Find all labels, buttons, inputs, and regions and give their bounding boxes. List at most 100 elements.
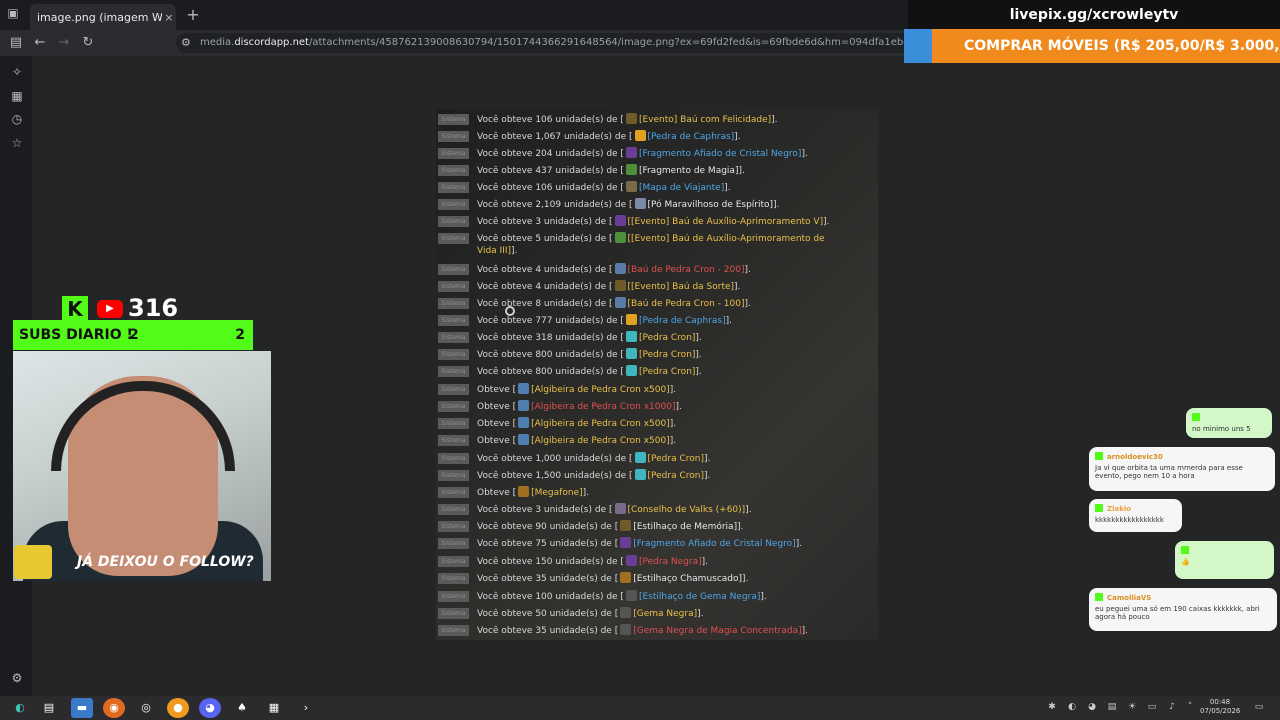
log-message: Você obteve 3 unidade(s) de [[Conselho d… bbox=[477, 503, 752, 515]
site-info-icon[interactable]: ⚙ bbox=[181, 36, 191, 49]
log-message: Você obteve 5 unidade(s) de [[[Evento] B… bbox=[477, 232, 825, 244]
log-prefix: Obteve [ bbox=[477, 419, 517, 429]
tray-expand-icon[interactable]: ˄ bbox=[1183, 700, 1197, 714]
taskbar-more-icon[interactable]: › bbox=[295, 698, 317, 718]
reading-list-icon[interactable]: ▦ bbox=[8, 87, 26, 105]
log-row: Sistema Obteve [[Algibeira de Pedra Cron … bbox=[436, 398, 878, 415]
chat-text: kkkkkkkkkkkkkkkkk bbox=[1095, 516, 1164, 524]
log-suffix: ]. bbox=[695, 350, 702, 360]
history-icon[interactable]: ◷ bbox=[8, 110, 26, 128]
item-dust-icon bbox=[634, 198, 646, 209]
bookmarks-icon[interactable]: ☆ bbox=[8, 134, 26, 152]
log-row: Sistema Você obteve 1,000 unidade(s) de [… bbox=[436, 450, 878, 467]
app-orange-icon[interactable]: ● bbox=[167, 698, 189, 718]
forward-button[interactable]: → bbox=[55, 34, 73, 52]
log-system-tag: Sistema bbox=[438, 315, 469, 326]
tray-network-icon[interactable]: ▭ bbox=[1145, 700, 1159, 714]
log-row: Sistema Obteve [[Algibeira de Pedra Cron … bbox=[436, 415, 878, 432]
log-item-name: [Pedra de Caphras] bbox=[638, 316, 726, 326]
log-prefix: Você obteve 150 unidade(s) de [ bbox=[477, 557, 624, 567]
file-manager-icon[interactable]: ▬ bbox=[71, 698, 93, 718]
firefox-icon[interactable]: ◉ bbox=[103, 698, 125, 718]
tray-discord-icon[interactable]: ◕ bbox=[1085, 700, 1099, 714]
log-system-tag: Sistema bbox=[438, 349, 469, 360]
browser-tab[interactable]: image.png (imagem WEBP, 44 × bbox=[30, 4, 176, 30]
tray-brightness-icon[interactable]: ☀ bbox=[1125, 700, 1139, 714]
log-system-tag: Sistema bbox=[438, 573, 469, 584]
tab-menu-icon[interactable]: ▣ bbox=[6, 6, 20, 20]
log-message: Você obteve 75 unidade(s) de [[Fragmento… bbox=[477, 537, 802, 549]
clock-time: 00:48 bbox=[1209, 698, 1231, 706]
log-message: Você obteve 3 unidade(s) de [[[Evento] B… bbox=[477, 215, 829, 227]
item-horn-icon bbox=[620, 572, 632, 583]
log-row: Sistema Você obteve 318 unidade(s) de [[P… bbox=[436, 329, 878, 346]
log-prefix: Obteve [ bbox=[477, 488, 517, 498]
chat-text: Ja vi que orbita ta uma mmerda para esse… bbox=[1095, 464, 1243, 480]
log-item-name: [[Evento] Baú de Auxílio-Aprimoramento V… bbox=[627, 217, 824, 227]
tab-close-icon[interactable]: × bbox=[162, 11, 176, 24]
log-row: Sistema Você obteve 777 unidade(s) de [[P… bbox=[436, 312, 878, 329]
item-bag-icon bbox=[518, 434, 530, 445]
log-row: Sistema Você obteve 1,500 unidade(s) de [… bbox=[436, 467, 878, 484]
desktop-switcher-icon[interactable]: ▤ bbox=[38, 698, 60, 718]
address-bar[interactable]: media.discordapp.net/attachments/4587621… bbox=[176, 33, 908, 53]
item-horn-icon bbox=[518, 486, 530, 497]
log-message: Você obteve 150 unidade(s) de [[Pedra Ne… bbox=[477, 555, 708, 567]
log-message: Obteve [[Megafone]]. bbox=[477, 486, 589, 498]
tray-volume-icon[interactable]: ♪ bbox=[1165, 700, 1179, 714]
new-tab-button[interactable]: + bbox=[184, 6, 202, 24]
log-suffix: ]. bbox=[697, 609, 704, 619]
log-system-tag: Sistema bbox=[438, 384, 469, 395]
log-item-name: [[Evento] Baú da Sorte] bbox=[627, 282, 735, 292]
item-box-icon bbox=[614, 263, 626, 274]
item-dark-icon bbox=[625, 590, 637, 601]
log-item-name: [Pedra Cron] bbox=[638, 367, 696, 377]
start-menu-icon[interactable]: ◐ bbox=[9, 698, 31, 718]
log-suffix: ]. bbox=[742, 574, 749, 584]
kick-badge-icon bbox=[1095, 504, 1103, 512]
chat-username: CamolliaVS bbox=[1107, 594, 1152, 602]
reload-button[interactable]: ↻ bbox=[79, 34, 97, 52]
steam-icon[interactable]: ◎ bbox=[135, 698, 157, 718]
log-suffix: ]. bbox=[695, 333, 702, 343]
log-row: Sistema Você obteve 75 unidade(s) de [[Fr… bbox=[436, 535, 878, 552]
item-scroll-icon bbox=[614, 503, 626, 514]
clock[interactable]: 00:48 07/05/2026 bbox=[1200, 698, 1240, 716]
log-prefix: Você obteve 1,500 unidade(s) de [ bbox=[477, 471, 633, 481]
log-prefix: Você obteve 106 unidade(s) de [ bbox=[477, 183, 624, 193]
log-message: Você obteve 1,000 unidade(s) de [[Pedra … bbox=[477, 452, 710, 464]
log-system-tag: Sistema bbox=[438, 521, 469, 532]
log-item-name: [Evento] Baú com Felicidade] bbox=[638, 115, 772, 125]
url-path: /attachments/458762139008630794/15017443… bbox=[308, 37, 908, 48]
back-button[interactable]: ← bbox=[31, 34, 49, 52]
calculator-icon[interactable]: ▦ bbox=[263, 698, 285, 718]
game-client-icon[interactable]: ♠ bbox=[231, 698, 253, 718]
log-suffix: ]. bbox=[745, 505, 752, 515]
log-prefix: Você obteve 437 unidade(s) de [ bbox=[477, 166, 624, 176]
log-system-tag: Sistema bbox=[438, 281, 469, 292]
log-message: Você obteve 2,109 unidade(s) de [[Pó Mar… bbox=[477, 198, 779, 210]
ai-sparkle-icon[interactable]: ✧ bbox=[8, 63, 26, 81]
log-system-tag: Sistema bbox=[438, 453, 469, 464]
show-desktop-icon[interactable]: ▭ bbox=[1252, 700, 1266, 714]
log-item-name: [Algibeira de Pedra Cron x500] bbox=[531, 436, 670, 446]
settings-icon[interactable]: ⚙ bbox=[8, 669, 26, 687]
log-suffix: ]. bbox=[771, 115, 778, 125]
log-system-tag: Sistema bbox=[438, 264, 469, 275]
tray-settings-icon[interactable]: ✱ bbox=[1045, 700, 1059, 714]
tray-clipboard-icon[interactable]: ▤ bbox=[1105, 700, 1119, 714]
log-row: Sistema Você obteve 800 unidade(s) de [[P… bbox=[436, 363, 878, 380]
log-suffix: ]. bbox=[737, 522, 744, 532]
log-message: Obteve [[Algibeira de Pedra Cron x500]]. bbox=[477, 434, 676, 446]
log-suffix: ]. bbox=[675, 402, 682, 412]
item-chest-icon bbox=[625, 113, 637, 124]
log-item-name: [Estilhaço de Gema Negra] bbox=[638, 592, 761, 602]
log-suffix: ]. bbox=[701, 557, 708, 567]
item-cyan-icon bbox=[625, 365, 637, 376]
log-suffix: ]. bbox=[744, 299, 751, 309]
log-suffix: ]. bbox=[744, 265, 751, 275]
log-item-name: [Gema Negra de Magia Concentrada] bbox=[633, 626, 802, 636]
tray-app-icon[interactable]: ◐ bbox=[1065, 700, 1079, 714]
discord-icon[interactable]: ◕ bbox=[199, 698, 221, 718]
sidebar-toggle-icon[interactable]: ▤ bbox=[7, 34, 25, 52]
